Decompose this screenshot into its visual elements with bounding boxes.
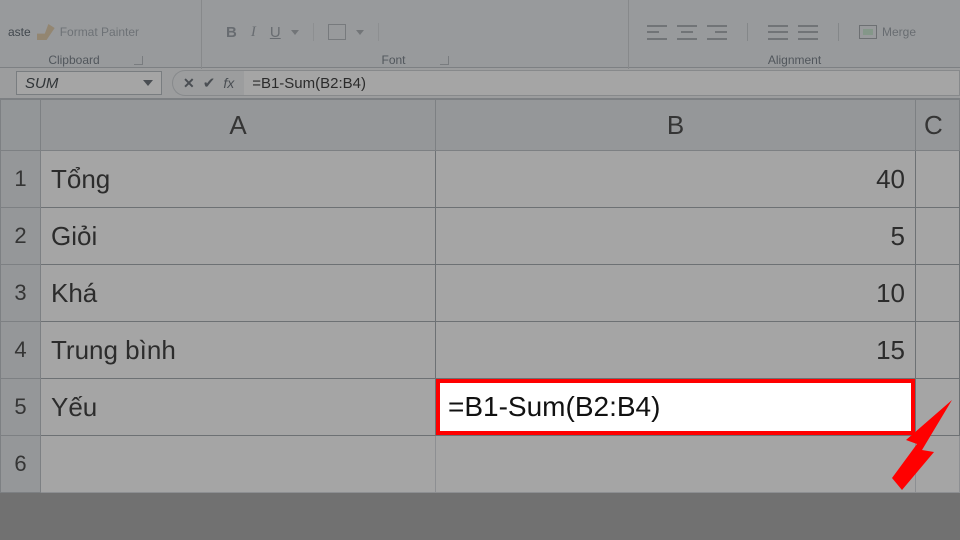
underline-button[interactable]: U [270,24,281,41]
indent-buttons [768,25,818,40]
table-row: 4 Trung bình 15 [1,322,960,379]
formula-text: =B1-Sum(B2:B4) [252,75,366,92]
cell-a3[interactable]: Khá [41,265,436,322]
separator [378,23,379,41]
table-row: 1 Tổng 40 [1,151,960,208]
spreadsheet-grid[interactable]: A B C 1 Tổng 40 2 Giỏi 5 3 Khá 10 [0,99,960,493]
active-cell-text: =B1-Sum(B2:B4) [448,391,660,423]
cell[interactable] [916,151,960,208]
column-header-b[interactable]: B [436,100,916,151]
formula-controls: ✕ ✔ fx [172,70,244,96]
cell[interactable] [916,322,960,379]
formula-bar: SUM ✕ ✔ fx =B1-Sum(B2:B4) [0,68,960,99]
align-buttons [647,25,727,40]
bold-button[interactable]: B [226,24,237,41]
increase-indent-button[interactable] [798,25,818,40]
formula-input[interactable]: =B1-Sum(B2:B4) [244,70,960,96]
cell-a5[interactable]: Yếu [41,379,436,436]
italic-button[interactable]: I [251,24,256,41]
table-row: 3 Khá 10 [1,265,960,322]
cell[interactable] [916,265,960,322]
align-center-button[interactable] [677,25,697,40]
column-header-c[interactable]: C [916,100,960,151]
cell[interactable] [41,436,436,493]
dialog-expand-icon[interactable] [440,56,449,65]
cell-b1[interactable]: 40 [436,151,916,208]
active-cell-editor: =B1-Sum(B2:B4) [436,379,915,435]
table-row: 6 [1,436,960,493]
ribbon-group-font: B I U Font [202,0,629,69]
group-label-clipboard: Clipboard [48,53,99,67]
column-header-a[interactable]: A [41,100,436,151]
format-painter-label: Format Painter [60,25,139,39]
cell[interactable] [916,379,960,436]
chevron-down-icon[interactable] [356,30,364,35]
cell-a2[interactable]: Giỏi [41,208,436,265]
ribbon-group-alignment: Merge Alignment [629,0,960,69]
cell-a4[interactable]: Trung bình [41,322,436,379]
chevron-down-icon[interactable] [143,80,153,86]
align-left-button[interactable] [647,25,667,40]
row-header[interactable]: 1 [1,151,41,208]
align-right-button[interactable] [707,25,727,40]
name-box-text: SUM [25,75,137,92]
select-all-corner[interactable] [1,100,41,151]
cell-b3[interactable]: 10 [436,265,916,322]
fx-button[interactable]: fx [223,75,234,91]
name-box[interactable]: SUM [16,71,162,95]
separator [747,23,748,41]
ribbon: aste Format Painter Clipboard B I U Font [0,0,960,68]
ribbon-group-clipboard: aste Format Painter Clipboard [0,0,202,69]
separator [838,23,839,41]
group-label-alignment: Alignment [768,53,821,67]
chevron-down-icon[interactable] [291,30,299,35]
row-header[interactable]: 2 [1,208,41,265]
row-header[interactable]: 5 [1,379,41,436]
cancel-button[interactable]: ✕ [183,75,195,92]
cell-b4[interactable]: 15 [436,322,916,379]
enter-button[interactable]: ✔ [203,74,216,92]
cell[interactable] [916,208,960,265]
cell-a1[interactable]: Tổng [41,151,436,208]
format-painter-button[interactable]: Format Painter [37,24,139,40]
table-row: 2 Giỏi 5 [1,208,960,265]
merge-icon [859,25,877,39]
cell-b5[interactable]: =B1-Sum(B2:B4) [436,379,916,436]
brush-icon [37,24,55,40]
dialog-expand-icon[interactable] [134,56,143,65]
merge-button[interactable]: Merge [859,25,916,39]
separator [313,23,314,41]
decrease-indent-button[interactable] [768,25,788,40]
border-button[interactable] [328,24,346,40]
row-header[interactable]: 4 [1,322,41,379]
cell[interactable] [916,436,960,493]
row-header[interactable]: 6 [1,436,41,493]
merge-label: Merge [882,25,916,39]
cell-b2[interactable]: 5 [436,208,916,265]
group-label-font: Font [381,53,405,67]
row-header[interactable]: 3 [1,265,41,322]
table-row: 5 Yếu =B1-Sum(B2:B4) [1,379,960,436]
paste-label-fragment: aste [8,25,31,39]
cell[interactable] [436,436,916,493]
